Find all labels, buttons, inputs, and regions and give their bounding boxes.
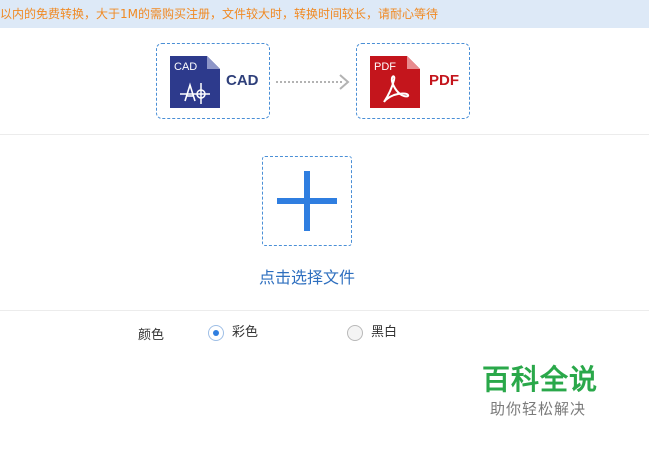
select-file-link[interactable]: 点击选择文件 <box>220 266 394 290</box>
upload-file-button[interactable] <box>262 156 352 246</box>
source-format-label: CAD <box>226 72 259 89</box>
radio-checked-icon[interactable] <box>208 325 224 341</box>
dotted-arrow-right-icon <box>276 72 352 92</box>
cad-icon-text: CAD <box>174 61 197 73</box>
radio-color-label: 彩色 <box>232 325 259 340</box>
notice-text: 以内的免费转换，大于1M的需购买注册，文件较大时，转换时间较长，请耐心等待 <box>0 7 438 21</box>
plus-icon-bar <box>277 198 337 204</box>
watermark-title: 百科全说 <box>482 363 599 396</box>
pdf-icon-text: PDF <box>374 61 396 73</box>
radio-black-white-label: 黑白 <box>371 325 398 340</box>
cad-file-icon: CAD <box>170 56 220 108</box>
notice-bar: 以内的免费转换，大于1M的需购买注册，文件较大时，转换时间较长，请耐心等待 <box>0 0 649 28</box>
divider <box>0 134 649 135</box>
target-format-label: PDF <box>429 72 459 89</box>
radio-unchecked-icon[interactable] <box>347 325 363 341</box>
watermark-subtitle: 助你轻松解决 <box>490 400 587 418</box>
source-format-box: CAD CAD <box>156 43 270 119</box>
pdf-file-icon: PDF <box>370 56 420 108</box>
target-format-box: PDF PDF <box>356 43 470 119</box>
divider <box>0 310 649 311</box>
color-setting-label: 颜色 <box>138 328 165 343</box>
